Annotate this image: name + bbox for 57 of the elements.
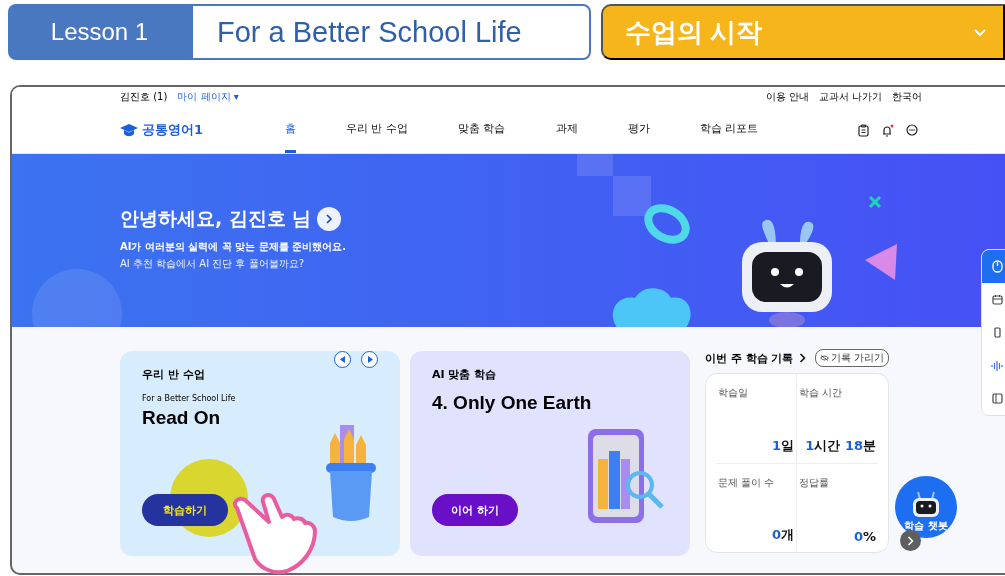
utility-link[interactable]: 한국어 (892, 90, 922, 104)
stat-value: 1일 (770, 436, 794, 455)
x-decoration (869, 196, 881, 208)
card-title: Read On (142, 407, 222, 429)
go-button[interactable] (317, 207, 342, 231)
chevron-down-icon (973, 27, 987, 37)
triangle-left-icon (339, 356, 346, 363)
timer-icon (991, 260, 1003, 273)
chevron-right-icon (907, 535, 914, 546)
triangle-right-icon (366, 356, 373, 363)
device-icon (993, 327, 1001, 338)
graduation-cap-icon (120, 123, 138, 137)
robot-icon (911, 491, 941, 519)
sound-wave-icon (991, 360, 1003, 371)
utility-link[interactable]: 이용 안내 (765, 90, 809, 104)
card-title: 4. Only One Earth (432, 392, 593, 414)
next-button[interactable] (361, 351, 378, 368)
bell-icon[interactable] (881, 123, 894, 137)
stat-value: 1시간 18분 (804, 436, 876, 455)
utility-link[interactable]: 교과서 나가기 (818, 90, 882, 104)
clipboard-icon[interactable] (858, 123, 869, 137)
start-button[interactable]: 이어 하기 (432, 494, 518, 526)
hide-record-button[interactable]: 기록 가리기 (814, 349, 889, 367)
cone-decoration (865, 244, 899, 280)
chat-icon[interactable] (906, 123, 918, 136)
nav-tab[interactable]: 학습 리포트 (699, 107, 758, 153)
nav-tab[interactable]: 평가 (627, 107, 650, 153)
card-heading: AI 맞춤 학습 (432, 367, 498, 382)
hero-message: AI 추천 학습에서 AI 진단 후 풀어볼까요? (120, 257, 305, 271)
stat-label: 학습 시간 (799, 386, 844, 400)
nav-tab[interactable]: 우리 반 수업 (346, 107, 408, 153)
calendar-icon (991, 294, 1003, 305)
start-button[interactable]: 학습하기 (142, 494, 228, 526)
nav-tab[interactable]: 맞춤 학습 (458, 107, 506, 153)
stat-label: 문제 풀이 수 (718, 475, 776, 490)
hero-message: AI가 여러분의 실력에 꼭 맞는 문제를 준비했어요. (120, 240, 347, 254)
book-icon (991, 393, 1003, 404)
stat-value: 0% (852, 529, 876, 544)
toolbar-button[interactable] (982, 250, 1005, 283)
chevron-right-icon (325, 214, 334, 224)
chevron-right-icon[interactable] (798, 353, 806, 363)
my-page-link[interactable]: 마이 페이지 ▾ (177, 90, 239, 104)
app-logo-text: 공통영어1 (142, 121, 204, 139)
stat-label: 학습일 (718, 386, 749, 400)
stat-value: 0개 (770, 526, 794, 544)
weekly-record-title[interactable]: 이번 주 학습 기록 (705, 350, 794, 366)
card-subtitle: For a Better School Life (142, 394, 237, 403)
previous-button[interactable] (334, 351, 351, 368)
nav-tab[interactable]: 과제 (555, 107, 578, 153)
lesson-label: Lesson 1 (8, 4, 191, 60)
eye-off-icon (819, 355, 829, 361)
lesson-title: For a Better School Life (191, 4, 591, 60)
ring-decoration (642, 202, 692, 246)
greeting-title: 안녕하세요, 김진호 님 (120, 206, 312, 231)
user-name: 김진호 (1) (120, 90, 168, 104)
stat-label: 정답률 (799, 475, 830, 490)
card-heading: 우리 반 수업 (142, 367, 206, 382)
